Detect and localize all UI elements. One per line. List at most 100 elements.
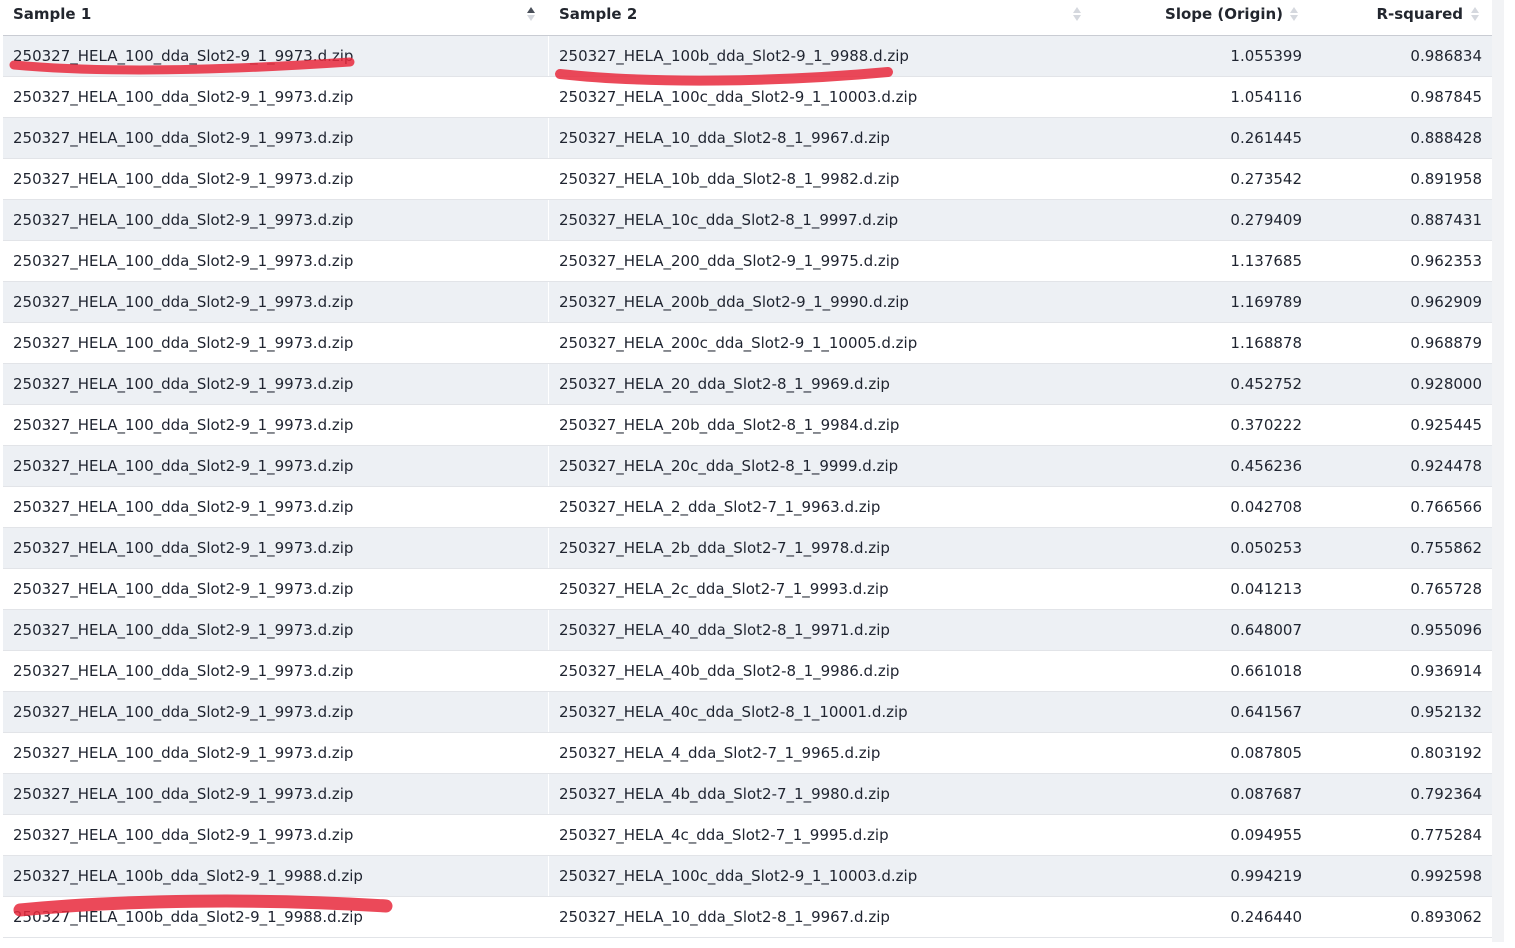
cell-r2: 0.893062	[1410, 908, 1482, 926]
cell-slope: 1.168878	[1230, 334, 1302, 352]
table-row[interactable]: 250327_HELA_100_dda_Slot2-9_1_9973.d.zip…	[3, 405, 1492, 446]
cell-r2: 0.803192	[1410, 744, 1482, 762]
cell-sample2: 250327_HELA_100b_dda_Slot2-9_1_9988.d.zi…	[559, 47, 909, 65]
cell-sample1: 250327_HELA_100_dda_Slot2-9_1_9973.d.zip	[3, 241, 548, 281]
table-row[interactable]: 250327_HELA_100_dda_Slot2-9_1_9973.d.zip…	[3, 651, 1492, 692]
sort-icon[interactable]	[1470, 6, 1480, 22]
cell-sample1: 250327_HELA_100_dda_Slot2-9_1_9973.d.zip	[3, 77, 548, 117]
column-header-sample1[interactable]: Sample 1	[13, 0, 91, 35]
cell-r2: 0.755862	[1410, 539, 1482, 557]
sort-icon[interactable]	[1289, 6, 1299, 22]
cell-slope: 1.054116	[1230, 88, 1302, 106]
table-row[interactable]: 250327_HELA_100_dda_Slot2-9_1_9973.d.zip…	[3, 200, 1492, 241]
cell-r2: 0.962909	[1410, 293, 1482, 311]
table-row[interactable]: 250327_HELA_100_dda_Slot2-9_1_9973.d.zip…	[3, 569, 1492, 610]
cell-r2: 0.792364	[1410, 785, 1482, 803]
table-row[interactable]: 250327_HELA_100_dda_Slot2-9_1_9973.d.zip…	[3, 487, 1492, 528]
cell-slope: 0.452752	[1230, 375, 1302, 393]
table-row[interactable]: 250327_HELA_100_dda_Slot2-9_1_9973.d.zip…	[3, 77, 1492, 118]
scrollbar-track[interactable]	[1492, 0, 1504, 942]
cell-slope: 0.087805	[1230, 744, 1302, 762]
cell-sample1: 250327_HELA_100_dda_Slot2-9_1_9973.d.zip	[3, 774, 548, 814]
cell-slope: 0.261445	[1230, 129, 1302, 147]
cell-sample2: 250327_HELA_10b_dda_Slot2-8_1_9982.d.zip	[559, 170, 900, 188]
cell-sample1: 250327_HELA_100_dda_Slot2-9_1_9973.d.zip	[3, 610, 548, 650]
cell-slope: 0.279409	[1230, 211, 1302, 229]
table-row[interactable]: 250327_HELA_100_dda_Slot2-9_1_9973.d.zip…	[3, 364, 1492, 405]
cell-sample2: 250327_HELA_4b_dda_Slot2-7_1_9980.d.zip	[559, 785, 890, 803]
cell-sample2: 250327_HELA_2c_dda_Slot2-7_1_9993.d.zip	[559, 580, 889, 598]
cell-sample1: 250327_HELA_100_dda_Slot2-9_1_9973.d.zip	[3, 323, 548, 363]
table-row[interactable]: 250327_HELA_100_dda_Slot2-9_1_9973.d.zip…	[3, 323, 1492, 364]
cell-sample2: 250327_HELA_20_dda_Slot2-8_1_9969.d.zip	[559, 375, 890, 393]
cell-sample2: 250327_HELA_10_dda_Slot2-8_1_9967.d.zip	[559, 908, 890, 926]
cell-sample1: 250327_HELA_100_dda_Slot2-9_1_9973.d.zip	[3, 487, 548, 527]
cell-sample2: 250327_HELA_20b_dda_Slot2-8_1_9984.d.zip	[559, 416, 900, 434]
cell-r2: 0.955096	[1410, 621, 1482, 639]
sort-ascending-icon[interactable]	[526, 6, 536, 22]
cell-r2: 0.888428	[1410, 129, 1482, 147]
cell-r2: 0.952132	[1410, 703, 1482, 721]
column-header-r2-label: R-squared	[1376, 5, 1463, 23]
cell-slope: 0.641567	[1230, 703, 1302, 721]
cell-r2: 0.992598	[1410, 867, 1482, 885]
results-table: Sample 1 Sample 2 Slope (Origin) R-squar…	[3, 0, 1492, 938]
cell-slope: 0.648007	[1230, 621, 1302, 639]
column-header-slope-label: Slope (Origin)	[1165, 5, 1283, 23]
table-row[interactable]: 250327_HELA_100_dda_Slot2-9_1_9973.d.zip…	[3, 282, 1492, 323]
table-row[interactable]: 250327_HELA_100_dda_Slot2-9_1_9973.d.zip…	[3, 733, 1492, 774]
cell-slope: 0.273542	[1230, 170, 1302, 188]
table-row[interactable]: 250327_HELA_100b_dda_Slot2-9_1_9988.d.zi…	[3, 856, 1492, 897]
cell-slope: 0.994219	[1230, 867, 1302, 885]
table-row[interactable]: 250327_HELA_100_dda_Slot2-9_1_9973.d.zip…	[3, 692, 1492, 733]
table-header: Sample 1 Sample 2 Slope (Origin) R-squar…	[3, 0, 1492, 36]
table-row[interactable]: 250327_HELA_100_dda_Slot2-9_1_9973.d.zip…	[3, 610, 1492, 651]
table-row[interactable]: 250327_HELA_100_dda_Slot2-9_1_9973.d.zip…	[3, 815, 1492, 856]
cell-slope: 0.087687	[1230, 785, 1302, 803]
table-row[interactable]: 250327_HELA_100_dda_Slot2-9_1_9973.d.zip…	[3, 241, 1492, 282]
cell-sample1: 250327_HELA_100_dda_Slot2-9_1_9973.d.zip	[3, 118, 548, 158]
cell-r2: 0.986834	[1410, 47, 1482, 65]
table-row[interactable]: 250327_HELA_100_dda_Slot2-9_1_9973.d.zip…	[3, 159, 1492, 200]
cell-sample2: 250327_HELA_4_dda_Slot2-7_1_9965.d.zip	[559, 744, 881, 762]
cell-slope: 0.456236	[1230, 457, 1302, 475]
column-header-r2[interactable]: R-squared	[1303, 0, 1463, 35]
table-body: 250327_HELA_100_dda_Slot2-9_1_9973.d.zip…	[3, 36, 1492, 938]
cell-sample1: 250327_HELA_100_dda_Slot2-9_1_9973.d.zip	[3, 36, 548, 76]
cell-r2: 0.936914	[1410, 662, 1482, 680]
cell-sample2: 250327_HELA_100c_dda_Slot2-9_1_10003.d.z…	[559, 867, 918, 885]
cell-r2: 0.962353	[1410, 252, 1482, 270]
cell-slope: 0.050253	[1230, 539, 1302, 557]
column-header-slope[interactable]: Slope (Origin)	[1103, 0, 1283, 35]
sort-icon[interactable]	[1072, 6, 1082, 22]
cell-r2: 0.928000	[1410, 375, 1482, 393]
table-row[interactable]: 250327_HELA_100_dda_Slot2-9_1_9973.d.zip…	[3, 774, 1492, 815]
cell-r2: 0.775284	[1410, 826, 1482, 844]
cell-slope: 0.246440	[1230, 908, 1302, 926]
cell-sample2: 250327_HELA_2b_dda_Slot2-7_1_9978.d.zip	[559, 539, 890, 557]
cell-sample2: 250327_HELA_10_dda_Slot2-8_1_9967.d.zip	[559, 129, 890, 147]
cell-sample2: 250327_HELA_40_dda_Slot2-8_1_9971.d.zip	[559, 621, 890, 639]
cell-sample1: 250327_HELA_100_dda_Slot2-9_1_9973.d.zip	[3, 364, 548, 404]
cell-sample1: 250327_HELA_100_dda_Slot2-9_1_9973.d.zip	[3, 528, 548, 568]
column-header-sample1-label: Sample 1	[13, 5, 92, 23]
cell-sample2: 250327_HELA_200b_dda_Slot2-9_1_9990.d.zi…	[559, 293, 909, 311]
cell-sample1: 250327_HELA_100_dda_Slot2-9_1_9973.d.zip	[3, 446, 548, 486]
cell-r2: 0.987845	[1410, 88, 1482, 106]
cell-sample2: 250327_HELA_200_dda_Slot2-9_1_9975.d.zip	[559, 252, 900, 270]
cell-sample1: 250327_HELA_100_dda_Slot2-9_1_9973.d.zip	[3, 815, 548, 855]
table-row[interactable]: 250327_HELA_100_dda_Slot2-9_1_9973.d.zip…	[3, 446, 1492, 487]
cell-r2: 0.925445	[1410, 416, 1482, 434]
cell-sample1: 250327_HELA_100_dda_Slot2-9_1_9973.d.zip	[3, 405, 548, 445]
table-row[interactable]: 250327_HELA_100b_dda_Slot2-9_1_9988.d.zi…	[3, 897, 1492, 938]
column-header-sample2[interactable]: Sample 2	[559, 0, 637, 35]
cell-r2: 0.924478	[1410, 457, 1482, 475]
table-row[interactable]: 250327_HELA_100_dda_Slot2-9_1_9973.d.zip…	[3, 36, 1492, 77]
table-row[interactable]: 250327_HELA_100_dda_Slot2-9_1_9973.d.zip…	[3, 118, 1492, 159]
table-row[interactable]: 250327_HELA_100_dda_Slot2-9_1_9973.d.zip…	[3, 528, 1492, 569]
cell-r2: 0.887431	[1410, 211, 1482, 229]
cell-r2: 0.765728	[1410, 580, 1482, 598]
cell-slope: 1.137685	[1230, 252, 1302, 270]
cell-slope: 0.661018	[1230, 662, 1302, 680]
cell-slope: 1.055399	[1230, 47, 1302, 65]
